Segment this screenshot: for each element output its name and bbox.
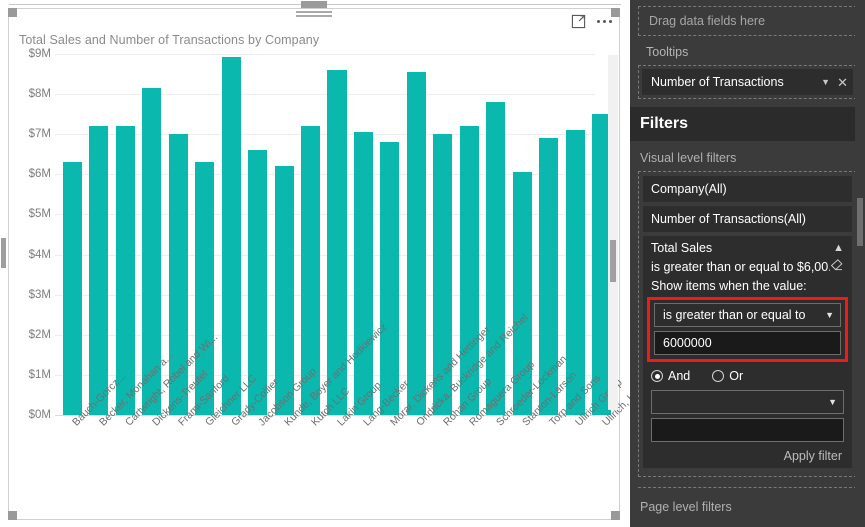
- close-icon[interactable]: ✕: [837, 76, 848, 89]
- x-axis-labels: Bauch-Gorcz... Becker, Monahan a... Cartwr…: [59, 307, 630, 518]
- selection-corner-top-right[interactable]: [611, 8, 620, 17]
- radio-and-mark[interactable]: [651, 370, 663, 382]
- y-axis-tick-label: $0M: [28, 409, 51, 421]
- filter-card-company[interactable]: Company(All): [643, 176, 852, 202]
- y-axis-tick-label: $1M: [28, 368, 51, 381]
- radio-and-label: And: [668, 369, 691, 383]
- radio-or[interactable]: Or: [712, 369, 743, 383]
- report-canvas: Total Sales and Number of Transactions b…: [0, 0, 630, 527]
- resize-handle-line: [296, 11, 332, 13]
- tooltips-field-chip[interactable]: Number of Transactions ▼ ✕: [642, 69, 853, 95]
- y-axis-tick-label: $5M: [28, 208, 51, 221]
- chart-plot-area: $9M $8M $7M $6M $5M $4M $3M $2M $1M $0M Bauch-Gor…: [9, 48, 630, 519]
- bar-chart-visual[interactable]: Total Sales and Number of Transactions b…: [8, 1, 630, 520]
- visualizations-filters-pane: Drag data fields here Tooltips Number of…: [630, 0, 865, 527]
- resize-handle-pill: [301, 1, 327, 8]
- y-axis-labels: $9M $8M $7M $6M $5M $4M $3M $2M $1M $0M: [9, 48, 55, 421]
- power-bi-report-window: Total Sales and Number of Transactions b…: [0, 0, 865, 527]
- more-dot: [609, 20, 612, 23]
- focus-mode-icon[interactable]: [571, 14, 586, 29]
- y-axis-tick-label: $9M: [28, 48, 51, 60]
- second-condition-dropdown[interactable]: ▼: [651, 390, 844, 414]
- apply-filter-button[interactable]: Apply filter: [651, 449, 844, 463]
- selection-corner-bottom-right[interactable]: [611, 511, 620, 520]
- y-axis-tick-label: $6M: [28, 168, 51, 181]
- bar[interactable]: [380, 142, 400, 415]
- bar[interactable]: [406, 72, 426, 415]
- chart-scrollbar-thumb[interactable]: [610, 240, 616, 282]
- filter-card-total-sales-title: Total Sales: [651, 241, 713, 255]
- second-value-input[interactable]: [651, 418, 844, 442]
- radio-or-label: Or: [729, 369, 744, 383]
- filter-card-number-of-transactions-label: Number of Transactions(All): [651, 212, 806, 226]
- canvas-vertical-scrollbar[interactable]: [0, 0, 7, 527]
- radio-and[interactable]: And: [651, 369, 690, 383]
- more-dot: [603, 20, 606, 23]
- filter-logic-radios: And Or: [651, 369, 844, 383]
- y-axis-tick-label: $8M: [28, 88, 51, 101]
- chevron-up-icon[interactable]: ▲: [833, 242, 844, 254]
- visual-level-filters-label: Visual level filters: [640, 151, 737, 165]
- selection-corner-bottom-left[interactable]: [8, 511, 17, 520]
- pane-vertical-scrollbar[interactable]: [855, 0, 865, 527]
- filters-pane-title: Filters: [630, 107, 865, 141]
- y-axis-tick-label: $2M: [28, 328, 51, 341]
- bar[interactable]: [486, 102, 506, 415]
- filter-card-summary-row: is greater than or equal to $6,00...: [651, 259, 844, 274]
- chart-vertical-scrollbar[interactable]: [608, 55, 618, 410]
- filter-card-summary: is greater than or equal to $6,00...: [651, 259, 830, 274]
- chevron-down-icon[interactable]: ▼: [828, 397, 837, 407]
- y-axis-tick-label: $4M: [28, 248, 51, 261]
- pane-scrollbar-thumb[interactable]: [857, 198, 863, 246]
- page-level-filters-label: Page level filters: [640, 500, 732, 514]
- bar[interactable]: [89, 126, 109, 415]
- filter-value-input[interactable]: 6000000: [654, 331, 841, 355]
- filter-condition-dropdown[interactable]: is greater than or equal to ▼: [654, 303, 841, 327]
- eraser-icon[interactable]: [830, 259, 844, 274]
- visual-title: Total Sales and Number of Transactions b…: [19, 33, 320, 47]
- visual-header-icons: [571, 14, 612, 29]
- radio-or-mark[interactable]: [712, 370, 725, 382]
- highlight-box: is greater than or equal to ▼ 6000000: [647, 297, 848, 362]
- bar[interactable]: [62, 162, 82, 415]
- bar[interactable]: [221, 57, 241, 415]
- resize-handle-line: [296, 15, 332, 17]
- more-options-icon[interactable]: [597, 14, 612, 29]
- chevron-down-icon[interactable]: ▼: [821, 77, 830, 87]
- bar[interactable]: [274, 166, 294, 415]
- field-wells: Drag data fields here Tooltips Number of…: [630, 0, 865, 99]
- filter-prompt: Show items when the value:: [651, 279, 807, 293]
- tooltips-field-name: Number of Transactions: [651, 75, 784, 89]
- visual-resize-handle[interactable]: [296, 1, 332, 17]
- tooltips-well-label: Tooltips: [646, 45, 689, 59]
- visual-level-filters-list: Company(All) Number of Transactions(All)…: [638, 171, 857, 477]
- filter-card-header: Total Sales ▲: [651, 241, 844, 255]
- filter-card-company-label: Company(All): [651, 182, 727, 196]
- drag-data-fields-dropzone[interactable]: Drag data fields here: [638, 6, 857, 36]
- filter-condition-value: is greater than or equal to: [663, 308, 806, 322]
- chevron-down-icon[interactable]: ▼: [825, 310, 834, 320]
- y-axis-tick-label: $7M: [28, 128, 51, 141]
- selection-corner-top-left[interactable]: [8, 8, 17, 17]
- filter-card-number-of-transactions[interactable]: Number of Transactions(All): [643, 206, 852, 232]
- canvas-scrollbar-thumb[interactable]: [1, 238, 6, 268]
- more-dot: [597, 20, 600, 23]
- bar[interactable]: [353, 132, 373, 415]
- filter-card-total-sales[interactable]: Total Sales ▲ is greater than or equal t…: [643, 236, 852, 468]
- tooltips-well[interactable]: Number of Transactions ▼ ✕: [638, 65, 857, 99]
- y-axis-tick-label: $3M: [28, 288, 51, 301]
